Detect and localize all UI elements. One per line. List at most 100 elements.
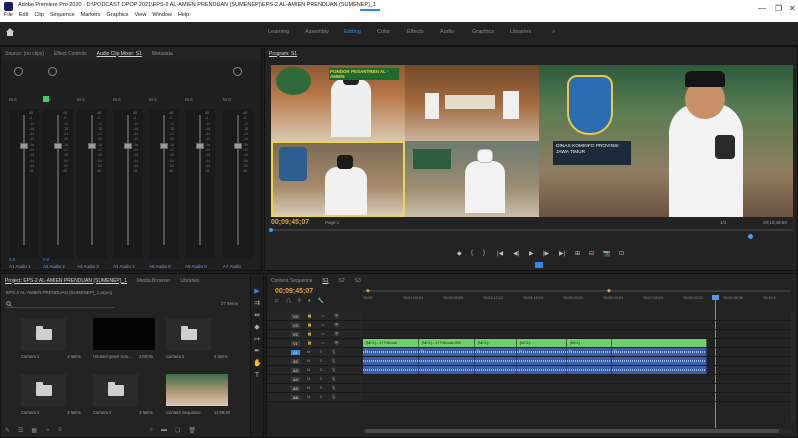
volume-fader[interactable]	[196, 143, 204, 149]
playback-resolution[interactable]: 1/4	[720, 220, 726, 225]
channel-volume-value[interactable]: 0.0	[43, 257, 49, 262]
project-search-input[interactable]	[5, 300, 115, 308]
type-tool-icon[interactable]: T	[253, 372, 261, 380]
playhead-marker[interactable]	[748, 234, 753, 239]
track-header[interactable]: A6 M S 🎙	[267, 393, 362, 401]
audio-clip[interactable]	[612, 357, 707, 365]
maximize-button[interactable]: ❐	[775, 4, 782, 13]
volume-fader[interactable]	[54, 143, 62, 149]
audio-clip[interactable]	[363, 366, 419, 374]
find-icon[interactable]: ⌕	[150, 427, 153, 435]
settings-wrench-icon[interactable]: 🔧	[318, 298, 324, 306]
track-target-label[interactable]: A5	[291, 386, 300, 391]
track-mute-solo-icons[interactable]: M S 🎙	[307, 376, 340, 381]
camera-angle-2[interactable]	[405, 65, 539, 141]
linked-selection-icon[interactable]: ⚲	[297, 298, 301, 306]
workspace-effects[interactable]: Effects	[407, 29, 424, 35]
tab-effect-controls[interactable]: Effect Controls	[54, 51, 87, 57]
scrollbar-thumb[interactable]	[365, 429, 779, 433]
pencil-icon[interactable]: ✎	[5, 427, 10, 435]
track-header[interactable]: A1 M S 🎙	[267, 348, 362, 356]
audio-clip[interactable]: fx	[567, 348, 612, 356]
track-mute-solo-icons[interactable]: M S 🎙	[307, 358, 340, 363]
step-forward-button[interactable]: |▶	[543, 250, 549, 257]
menu-view[interactable]: View	[135, 12, 147, 18]
track-target-label[interactable]: V4	[291, 314, 300, 319]
tab-content-sequence[interactable]: Content Sequence	[271, 278, 312, 284]
tab-program[interactable]: Program: S1	[269, 51, 297, 57]
track-header[interactable]: V3 🔒 ▭ 👁	[267, 321, 362, 329]
tab-audio-clip-mixer[interactable]: Audio Clip Mixer: S1	[97, 51, 142, 57]
audio-clip[interactable]	[419, 366, 475, 374]
fader-track[interactable]	[91, 115, 93, 245]
pan-knob[interactable]	[48, 67, 57, 76]
tab-s1[interactable]: S1	[322, 278, 328, 284]
zoom-slider-icon[interactable]: ⚬	[45, 427, 50, 435]
mark-in-button[interactable]: {	[471, 250, 473, 256]
mark-out-button[interactable]: }	[483, 250, 485, 256]
menu-markers[interactable]: Markers	[81, 12, 101, 18]
volume-fader[interactable]	[20, 143, 28, 149]
video-clip[interactable]: [MC1]-	[475, 339, 517, 347]
mute-solo-buttons[interactable]: M S	[149, 97, 157, 102]
fader-track[interactable]	[199, 115, 201, 245]
tab-project[interactable]: Project: EPS-2 AL-AMIEN PRENDUAN (SUMENE…	[5, 278, 127, 284]
fader-track[interactable]	[23, 115, 25, 245]
tab-s3[interactable]: S3	[355, 278, 361, 284]
solo-active-indicator[interactable]	[43, 96, 49, 102]
workspace-libraries[interactable]: Libraries	[510, 29, 531, 35]
video-clip[interactable]: [MC1] - 17 Februari 202	[419, 339, 475, 347]
export-frame-button[interactable]: 📷	[603, 250, 610, 257]
minimize-button[interactable]: —	[758, 4, 766, 13]
track-header[interactable]: V4 🔒 ▭ 👁	[267, 312, 362, 320]
channel-volume-value[interactable]: 0.0	[9, 257, 15, 262]
audio-clip[interactable]: fx	[517, 348, 567, 356]
multicam-toggle-button[interactable]: ⊡	[619, 250, 624, 257]
page-selector[interactable]: Page 1	[325, 220, 339, 225]
fader-track[interactable]	[127, 115, 129, 245]
audio-clip[interactable]: fx	[363, 348, 419, 356]
home-icon[interactable]	[5, 27, 15, 37]
volume-fader[interactable]	[88, 143, 96, 149]
mute-solo-buttons[interactable]: M S	[9, 97, 17, 102]
selection-tool-icon[interactable]: ▶	[253, 288, 261, 296]
track-mute-solo-icons[interactable]: M S 🎙	[307, 367, 340, 372]
menu-sequence[interactable]: Sequence	[50, 12, 75, 18]
track-header[interactable]: V2 🔒 ▭ 👁	[267, 330, 362, 338]
scrubber-in-handle[interactable]	[269, 228, 273, 232]
playhead-handle[interactable]	[712, 295, 719, 300]
workspaces-overflow-button[interactable]: »	[552, 29, 555, 35]
audio-clip[interactable]	[517, 366, 567, 374]
track-target-label[interactable]: A1	[291, 350, 300, 355]
audio-clip[interactable]: fx	[419, 348, 475, 356]
razor-tool-icon[interactable]: ◆	[253, 324, 261, 332]
menu-clip[interactable]: Clip	[34, 12, 43, 18]
track-visibility-icons[interactable]: 🔒 ▭ 👁	[307, 331, 343, 336]
new-item-icon[interactable]: ❏	[175, 427, 180, 435]
menu-file[interactable]: File	[4, 12, 13, 18]
mute-solo-buttons[interactable]: M S	[113, 97, 121, 102]
mute-solo-buttons[interactable]: M S	[185, 97, 193, 102]
audio-clip[interactable]	[363, 357, 419, 365]
pen-tool-icon[interactable]: ✒	[253, 348, 261, 356]
tab-libraries[interactable]: Libraries	[180, 278, 199, 284]
audio-clip[interactable]: fx	[475, 348, 517, 356]
program-timecode[interactable]: 00;09;45;07	[271, 219, 309, 226]
track-target-label[interactable]: V2	[291, 332, 300, 337]
fader-track[interactable]	[237, 115, 239, 245]
trash-icon[interactable]: 🗑	[188, 427, 196, 435]
video-clip[interactable]: [MC1]-	[517, 339, 567, 347]
workspace-editing[interactable]: Editing	[344, 29, 361, 35]
audio-clip[interactable]: fx	[612, 348, 707, 356]
track-header[interactable]: V1 🔒 ▭ 👁	[267, 339, 362, 347]
lift-button[interactable]: ⊞	[575, 250, 580, 257]
tab-s2[interactable]: S2	[339, 278, 345, 284]
track-target-label[interactable]: A2	[291, 359, 300, 364]
track-mute-solo-icons[interactable]: M S 🎙	[307, 349, 340, 354]
timeline-timecode[interactable]: 00;09;45;07	[275, 288, 313, 295]
camera-angle-3-selected[interactable]	[271, 141, 405, 217]
track-target-label[interactable]: V3	[291, 323, 300, 328]
icon-view-icon[interactable]: ▦	[31, 427, 37, 435]
workspace-graphics[interactable]: Graphics	[472, 29, 494, 35]
track-header[interactable]: A4 M S 🎙	[267, 375, 362, 383]
